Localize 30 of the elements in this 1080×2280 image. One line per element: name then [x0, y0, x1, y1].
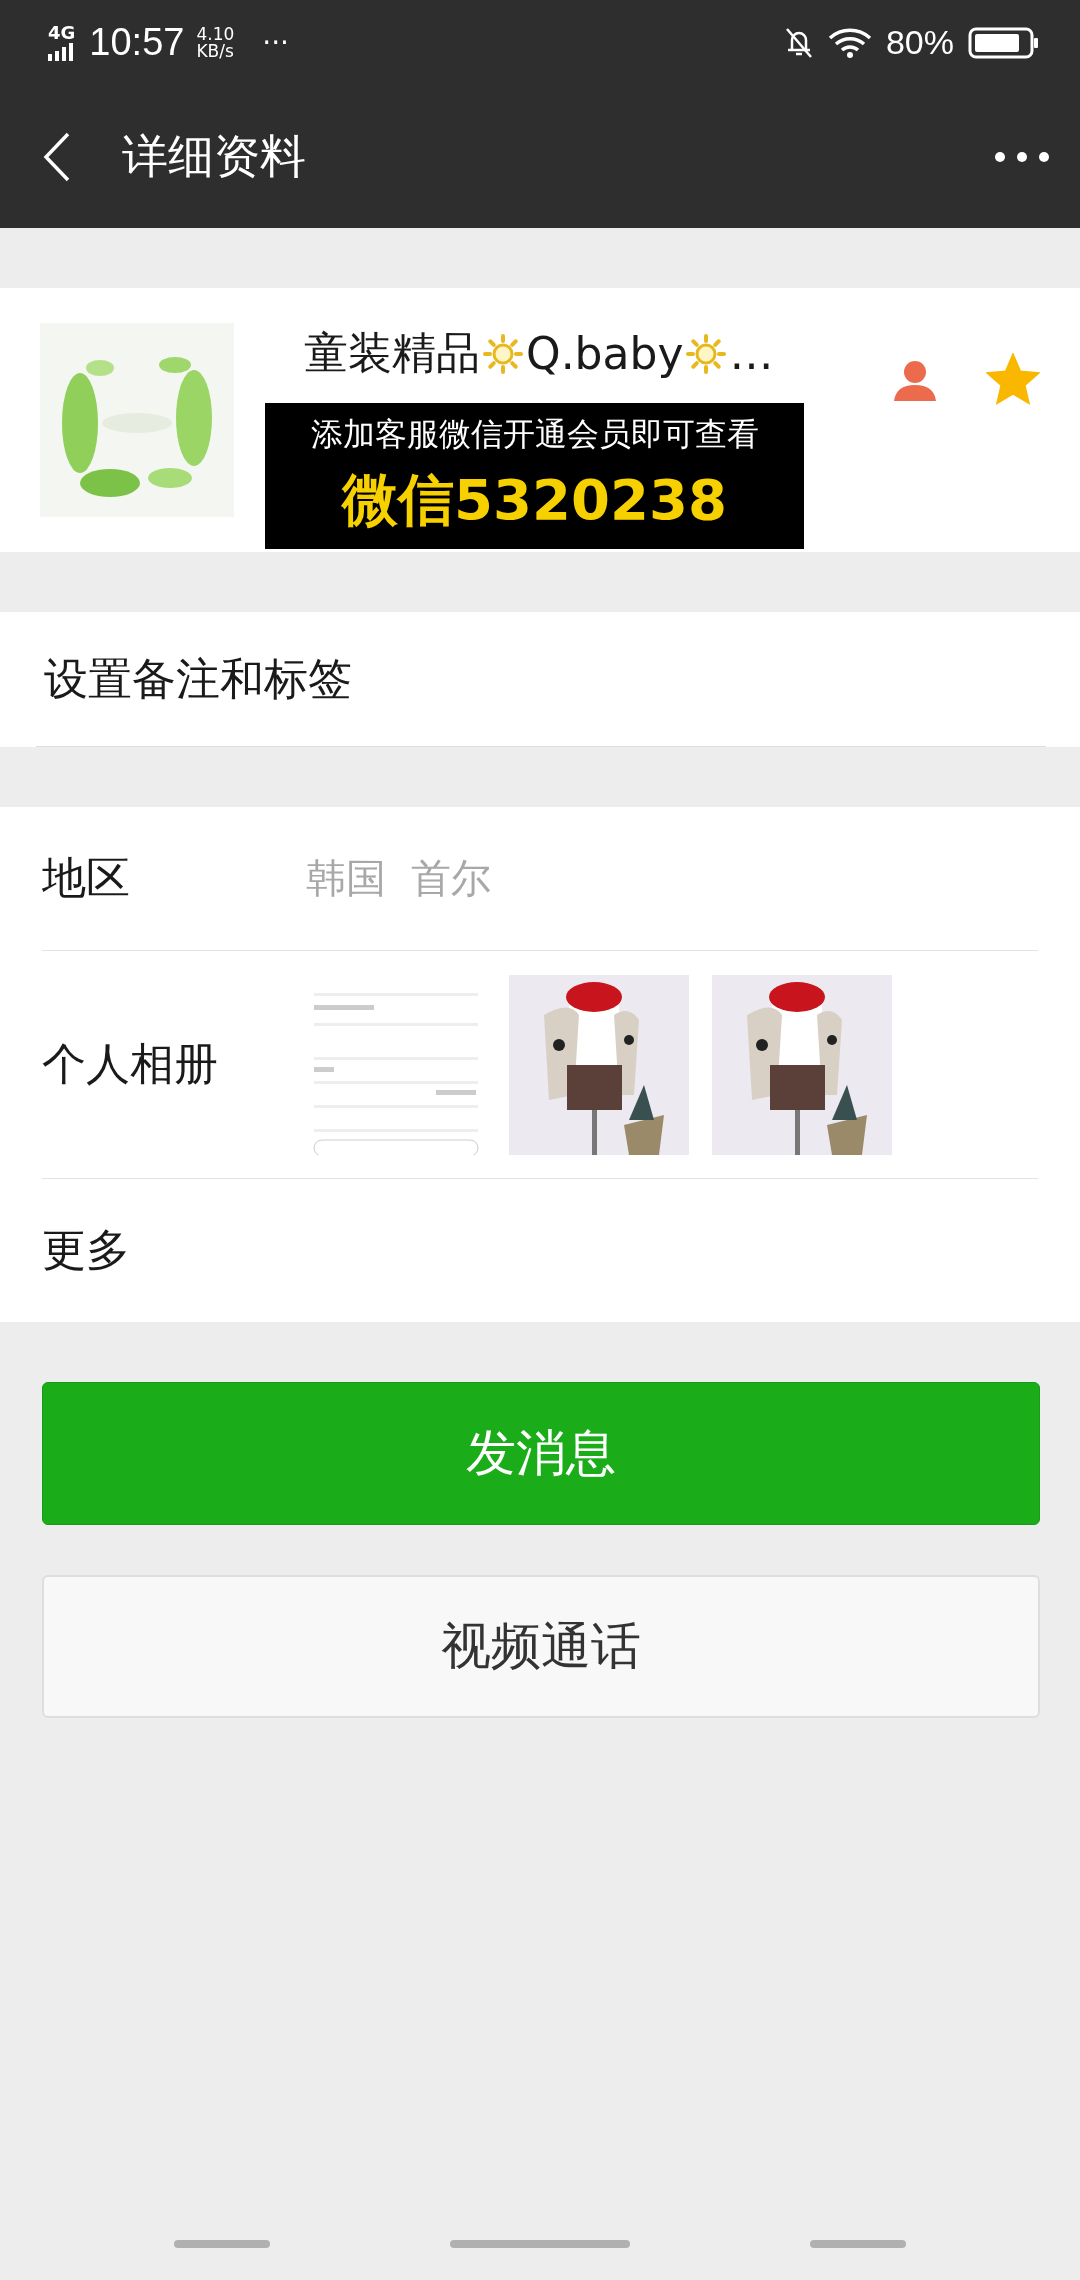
info-row[interactable]: 个人相册: [42, 951, 1038, 1179]
contact-name: 童装精品: [304, 326, 480, 380]
row-label: 更多: [42, 1223, 131, 1277]
speed-unit: KB/s: [196, 42, 235, 60]
contact-name: Q.baby: [526, 328, 684, 379]
info-row[interactable]: 地区 韩国 首尔: [42, 807, 1038, 951]
gesture-bar[interactable]: [450, 2240, 630, 2248]
page-title: 详细资料: [122, 127, 307, 185]
more-icon: [994, 150, 1050, 163]
banner-wechat-number: 微信5320238: [342, 466, 727, 534]
row-label: 设置备注和标签: [44, 651, 352, 706]
speed-value: 4.10: [196, 25, 235, 43]
video-call-button[interactable]: 视频通话: [42, 1575, 1040, 1718]
row-value: 韩国 首尔: [306, 854, 492, 903]
wifi-icon: [827, 26, 872, 59]
row-label: 个人相册: [42, 1037, 219, 1091]
battery-percent: 80%: [885, 23, 954, 62]
signal-icon: [48, 43, 74, 61]
gesture-bar[interactable]: [810, 2240, 906, 2248]
clock: 10:57: [89, 21, 185, 64]
info-row[interactable]: 更多: [42, 1179, 1038, 1322]
back-button[interactable]: [42, 131, 72, 182]
row-label: 地区: [42, 851, 131, 905]
back-icon: [42, 131, 72, 182]
contact-name: …: [729, 328, 774, 379]
network-label: 4G: [48, 24, 76, 42]
battery-icon: [968, 26, 1040, 59]
banner-text: 添加客服微信开通会员即可查看: [310, 414, 759, 455]
notification-dots: ···: [262, 26, 289, 59]
gesture-bar[interactable]: [174, 2240, 270, 2248]
